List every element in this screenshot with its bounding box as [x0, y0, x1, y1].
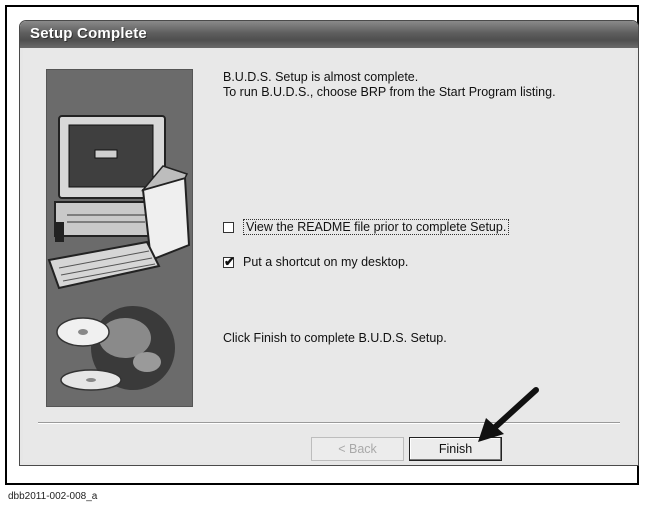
shortcut-checkbox[interactable]: ✔ — [223, 253, 235, 269]
figure-caption: dbb2011-002-008_a — [8, 491, 98, 502]
arrow-icon — [478, 387, 539, 442]
computer-and-disc-illustration — [46, 69, 193, 407]
message-line-1: B.U.D.S. Setup is almost complete. — [223, 70, 419, 84]
title-bar[interactable]: Setup Complete — [20, 21, 638, 48]
finish-hint: Click Finish to complete B.U.D.S. Setup. — [223, 331, 447, 345]
window-title: Setup Complete — [30, 25, 147, 42]
setup-message: B.U.D.S. Setup is almost complete. To ru… — [223, 70, 556, 100]
back-button[interactable]: < Back — [311, 437, 404, 461]
shortcut-label[interactable]: Put a shortcut on my desktop. — [243, 255, 408, 269]
shortcut-option[interactable]: ✔ Put a shortcut on my desktop. — [223, 253, 408, 269]
setup-dialog: Setup Complete B.U.D.S. Setup is almost … — [19, 20, 639, 466]
readme-option[interactable]: View the README file prior to complete S… — [223, 219, 510, 235]
illustration-graphic — [47, 70, 192, 406]
checkmark-icon: ✔ — [224, 253, 235, 269]
readme-checkbox[interactable] — [223, 221, 234, 233]
readme-label[interactable]: View the README file prior to complete S… — [243, 219, 510, 235]
message-line-2: To run B.U.D.S., choose BRP from the Sta… — [223, 85, 556, 99]
